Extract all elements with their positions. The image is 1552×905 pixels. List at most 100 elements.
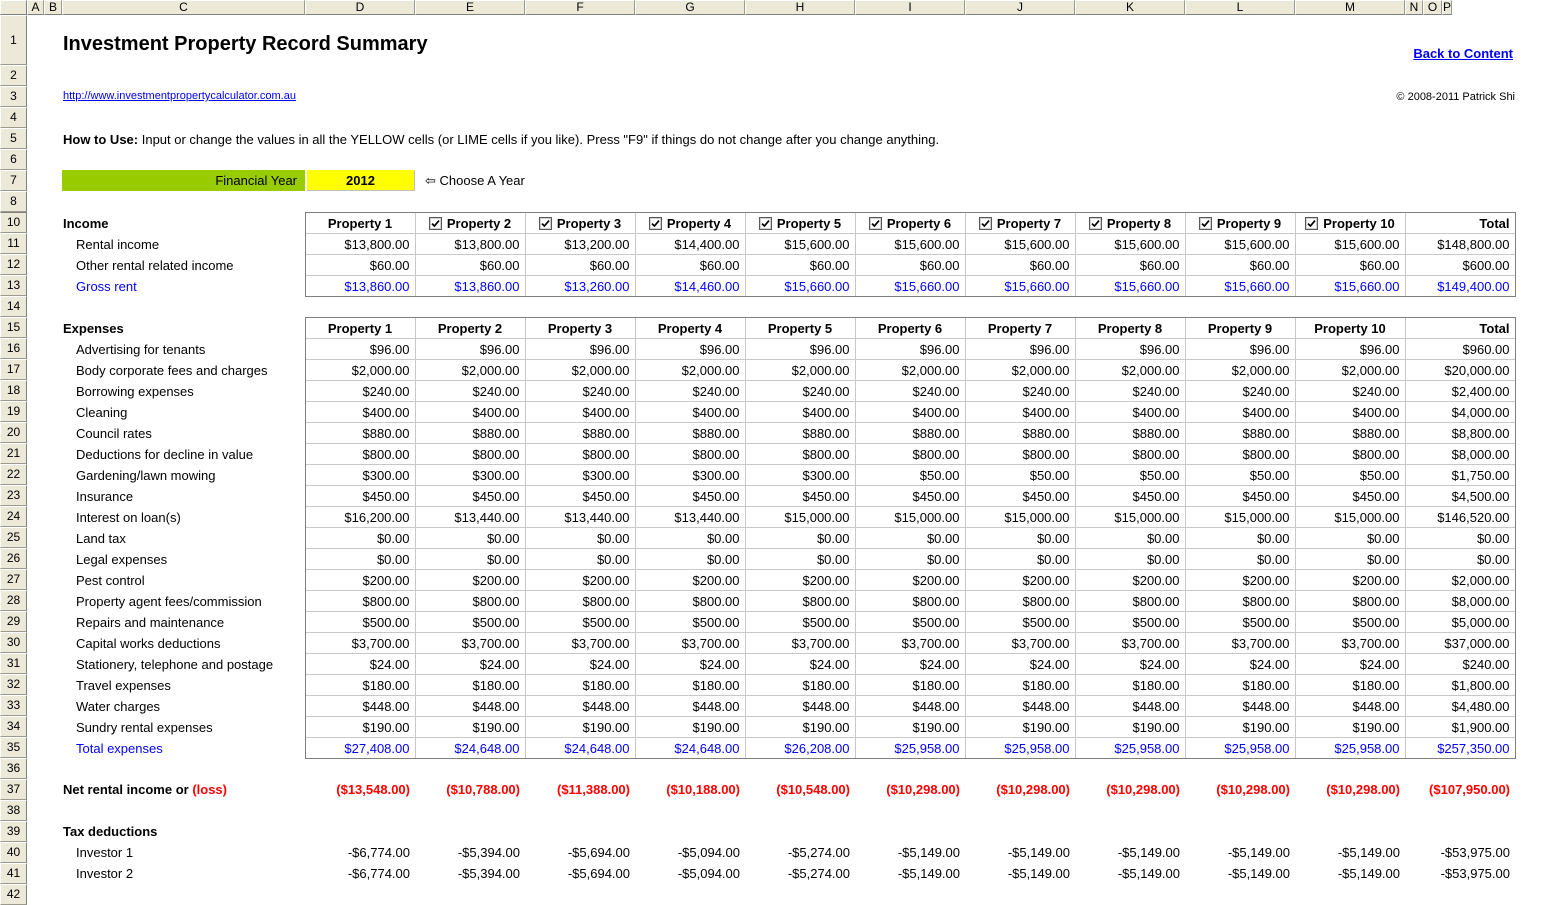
income-value-cell[interactable]: $13,800.00 — [415, 234, 525, 255]
expenses-value-cell[interactable]: $880.00 — [1295, 423, 1405, 444]
expenses-value-cell[interactable]: $8,000.00 — [1405, 444, 1515, 465]
expenses-value-cell[interactable]: $450.00 — [1295, 486, 1405, 507]
expenses-value-cell[interactable]: $0.00 — [745, 528, 855, 549]
expenses-value-cell[interactable]: $146,520.00 — [1405, 507, 1515, 528]
row-header-2[interactable]: 2 — [0, 65, 27, 86]
expenses-value-cell[interactable]: $800.00 — [1075, 444, 1185, 465]
net-income-value-cell[interactable]: ($11,388.00) — [525, 779, 635, 800]
row-header-14[interactable]: 14 — [0, 296, 27, 317]
income-value-cell[interactable]: $13,860.00 — [305, 276, 415, 297]
expenses-value-cell[interactable]: $0.00 — [1295, 528, 1405, 549]
income-value-cell[interactable]: $15,600.00 — [1295, 234, 1405, 255]
expenses-value-cell[interactable]: $800.00 — [305, 591, 415, 612]
expenses-value-cell[interactable]: $0.00 — [965, 549, 1075, 570]
expenses-value-cell[interactable]: $500.00 — [1075, 612, 1185, 633]
expenses-value-cell[interactable]: $400.00 — [525, 402, 635, 423]
expenses-value-cell[interactable]: $400.00 — [1185, 402, 1295, 423]
expenses-value-cell[interactable]: $180.00 — [305, 675, 415, 696]
expenses-value-cell[interactable]: $0.00 — [1185, 528, 1295, 549]
property-checkbox[interactable] — [1089, 217, 1102, 230]
income-value-cell[interactable]: $60.00 — [965, 255, 1075, 276]
expenses-value-cell[interactable]: $800.00 — [1185, 591, 1295, 612]
net-income-value-cell[interactable]: ($10,298.00) — [1295, 779, 1405, 800]
expenses-value-cell[interactable]: $880.00 — [855, 423, 965, 444]
tax-value-cell[interactable]: -$5,694.00 — [525, 842, 635, 863]
expenses-value-cell[interactable]: $4,000.00 — [1405, 402, 1515, 423]
row-header-30[interactable]: 30 — [0, 632, 27, 653]
expenses-value-cell[interactable]: $25,958.00 — [1075, 738, 1185, 759]
column-header-I[interactable]: I — [855, 0, 965, 15]
row-header-42[interactable]: 42 — [0, 884, 27, 905]
income-value-cell[interactable]: $15,600.00 — [965, 234, 1075, 255]
tax-value-cell[interactable]: -$5,149.00 — [1185, 842, 1295, 863]
expenses-value-cell[interactable]: $96.00 — [745, 339, 855, 360]
expenses-value-cell[interactable]: $190.00 — [1075, 717, 1185, 738]
expenses-value-cell[interactable]: $8,000.00 — [1405, 591, 1515, 612]
expenses-value-cell[interactable]: $450.00 — [305, 486, 415, 507]
expenses-value-cell[interactable]: $240.00 — [415, 381, 525, 402]
back-to-content-link[interactable]: Back to Content — [1405, 46, 1513, 61]
tax-value-cell[interactable]: -$53,975.00 — [1405, 842, 1515, 863]
expenses-value-cell[interactable]: $0.00 — [1075, 549, 1185, 570]
income-column-header[interactable]: Property 1 — [305, 213, 415, 234]
expenses-value-cell[interactable]: $400.00 — [965, 402, 1075, 423]
expenses-value-cell[interactable]: $27,408.00 — [305, 738, 415, 759]
expenses-value-cell[interactable]: $200.00 — [1295, 570, 1405, 591]
expenses-value-cell[interactable]: $180.00 — [855, 675, 965, 696]
expenses-value-cell[interactable]: $96.00 — [1295, 339, 1405, 360]
expenses-value-cell[interactable]: $800.00 — [635, 444, 745, 465]
expenses-value-cell[interactable]: $15,000.00 — [1075, 507, 1185, 528]
row-header-3[interactable]: 3 — [0, 86, 27, 107]
expenses-value-cell[interactable]: $400.00 — [305, 402, 415, 423]
income-value-cell[interactable]: $15,660.00 — [1075, 276, 1185, 297]
expenses-value-cell[interactable]: $25,958.00 — [1295, 738, 1405, 759]
expenses-value-cell[interactable]: $96.00 — [305, 339, 415, 360]
expenses-value-cell[interactable]: $500.00 — [855, 612, 965, 633]
expenses-value-cell[interactable]: $200.00 — [305, 570, 415, 591]
expenses-value-cell[interactable]: $400.00 — [415, 402, 525, 423]
column-header-F[interactable]: F — [525, 0, 635, 15]
net-income-value-cell[interactable]: ($107,950.00) — [1405, 779, 1515, 800]
row-header-25[interactable]: 25 — [0, 527, 27, 548]
expenses-column-header[interactable]: Property 7 — [965, 318, 1075, 339]
expenses-value-cell[interactable]: $500.00 — [1185, 612, 1295, 633]
expenses-value-cell[interactable]: $96.00 — [965, 339, 1075, 360]
expenses-value-cell[interactable]: $25,958.00 — [855, 738, 965, 759]
row-header-8[interactable]: 8 — [0, 191, 27, 212]
column-header-M[interactable]: M — [1295, 0, 1405, 15]
expenses-value-cell[interactable]: $0.00 — [965, 528, 1075, 549]
net-income-value-cell[interactable]: ($10,298.00) — [965, 779, 1075, 800]
expenses-value-cell[interactable]: $3,700.00 — [965, 633, 1075, 654]
expenses-value-cell[interactable]: $2,000.00 — [1075, 360, 1185, 381]
expenses-value-cell[interactable]: $0.00 — [1405, 528, 1515, 549]
expenses-value-cell[interactable]: $15,000.00 — [745, 507, 855, 528]
expenses-value-cell[interactable]: $180.00 — [1295, 675, 1405, 696]
expenses-value-cell[interactable]: $2,000.00 — [745, 360, 855, 381]
income-value-cell[interactable]: $148,800.00 — [1405, 234, 1515, 255]
expenses-value-cell[interactable]: $180.00 — [635, 675, 745, 696]
expenses-value-cell[interactable]: $20,000.00 — [1405, 360, 1515, 381]
expenses-value-cell[interactable]: $2,000.00 — [635, 360, 745, 381]
expenses-value-cell[interactable]: $448.00 — [1295, 696, 1405, 717]
net-income-value-cell[interactable]: ($10,298.00) — [1185, 779, 1295, 800]
income-value-cell[interactable]: $14,460.00 — [635, 276, 745, 297]
expenses-value-cell[interactable]: $24.00 — [965, 654, 1075, 675]
expenses-value-cell[interactable]: $800.00 — [855, 591, 965, 612]
income-value-cell[interactable]: $15,660.00 — [1185, 276, 1295, 297]
expenses-value-cell[interactable]: $190.00 — [1185, 717, 1295, 738]
expenses-value-cell[interactable]: $450.00 — [1075, 486, 1185, 507]
row-header-34[interactable]: 34 — [0, 716, 27, 737]
income-column-header[interactable]: Property 7 — [965, 213, 1075, 234]
expenses-value-cell[interactable]: $15,000.00 — [855, 507, 965, 528]
expenses-value-cell[interactable]: $0.00 — [855, 549, 965, 570]
tax-value-cell[interactable]: -$5,149.00 — [965, 842, 1075, 863]
expenses-value-cell[interactable]: $2,000.00 — [1185, 360, 1295, 381]
tax-value-cell[interactable]: -$5,149.00 — [1185, 863, 1295, 884]
income-value-cell[interactable]: $13,200.00 — [525, 234, 635, 255]
expenses-value-cell[interactable]: $190.00 — [1295, 717, 1405, 738]
expenses-value-cell[interactable]: $24.00 — [305, 654, 415, 675]
expenses-value-cell[interactable]: $3,700.00 — [305, 633, 415, 654]
expenses-value-cell[interactable]: $240.00 — [745, 381, 855, 402]
row-header-31[interactable]: 31 — [0, 653, 27, 674]
tax-value-cell[interactable]: -$5,149.00 — [1075, 842, 1185, 863]
